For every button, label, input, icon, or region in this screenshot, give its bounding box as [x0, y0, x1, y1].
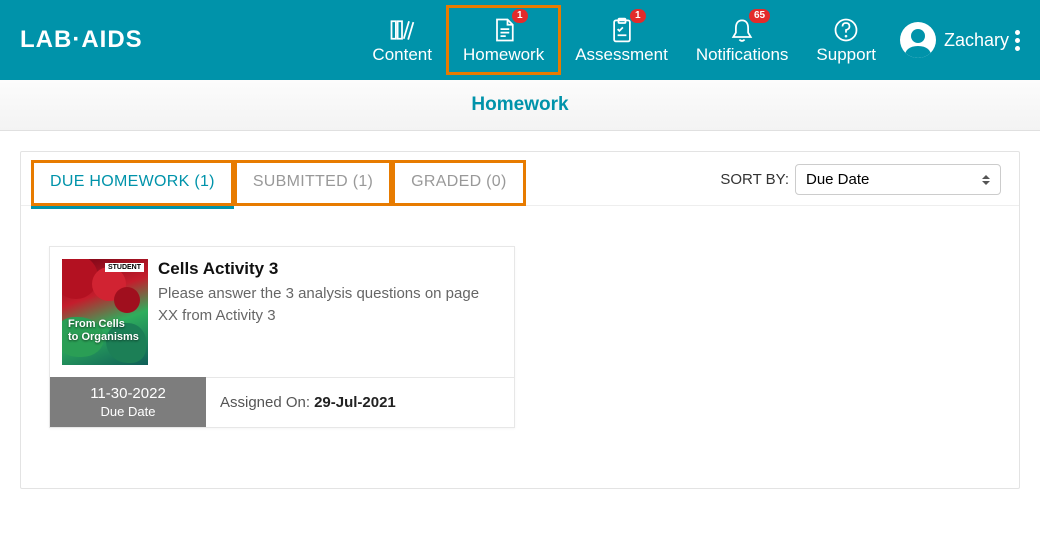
tab-due-label: DUE HOMEWORK (1) [50, 173, 215, 190]
assigned-date-value: 29-Jul-2021 [314, 394, 396, 411]
tab-due-homework[interactable]: DUE HOMEWORK (1) [31, 160, 234, 206]
nav-homework[interactable]: 1 Homework [446, 5, 561, 75]
avatar-icon [900, 22, 936, 58]
homework-panel: DUE HOMEWORK (1) SUBMITTED (1) GRADED (0… [20, 151, 1020, 489]
page-subheader: Homework [0, 80, 1040, 131]
thumb-title-line1: From Cells [68, 318, 139, 332]
tab-graded-label: GRADED (0) [411, 173, 506, 190]
sort-select[interactable]: Due Date [795, 164, 1001, 195]
clipboard-icon: 1 [608, 15, 636, 45]
kebab-icon [1015, 30, 1020, 51]
assigned-block: Assigned On: 29-Jul-2021 [206, 377, 514, 427]
thumb-student-tag: STUDENT [105, 263, 144, 272]
nav-notifications[interactable]: 65 Notifications [682, 5, 803, 75]
nav-notifications-badge: 65 [749, 9, 770, 23]
top-navigation-bar: LAB·AIDS Content 1 Homework 1 Assessment [0, 0, 1040, 80]
sort-control: SORT BY: Due Date [720, 164, 1009, 201]
homework-card-bottom: 11-30-2022 Due Date Assigned On: 29-Jul-… [50, 377, 514, 427]
bell-icon: 65 [728, 15, 756, 45]
sort-selected-value: Due Date [806, 171, 869, 188]
nav-assessment-label: Assessment [575, 45, 668, 65]
thumb-title-line2: to Organisms [68, 331, 139, 345]
tab-submitted-label: SUBMITTED (1) [253, 173, 373, 190]
brand-text: LAB·AIDS [20, 26, 143, 53]
tab-submitted[interactable]: SUBMITTED (1) [234, 160, 392, 206]
homework-description: Please answer the 3 analysis questions o… [158, 283, 502, 327]
document-icon: 1 [490, 15, 518, 45]
tab-graded[interactable]: GRADED (0) [392, 160, 525, 206]
nav-assessment[interactable]: 1 Assessment [561, 5, 682, 75]
books-icon [388, 15, 416, 45]
homework-thumbnail: STUDENT From Cells to Organisms [62, 259, 148, 365]
nav-homework-label: Homework [463, 45, 544, 65]
user-menu[interactable]: Zachary [900, 22, 1020, 58]
homework-info: Cells Activity 3 Please answer the 3 ana… [158, 259, 502, 365]
tabs-row: DUE HOMEWORK (1) SUBMITTED (1) GRADED (0… [21, 152, 1019, 206]
homework-title: Cells Activity 3 [158, 259, 502, 279]
due-date-label: Due Date [60, 404, 196, 419]
nav-support[interactable]: Support [802, 5, 890, 75]
help-icon [832, 15, 860, 45]
nav-assessment-badge: 1 [630, 9, 646, 23]
sort-label: SORT BY: [720, 171, 789, 188]
homework-card[interactable]: STUDENT From Cells to Organisms Cells Ac… [49, 246, 515, 428]
username-label: Zachary [944, 30, 1009, 51]
homework-card-top: STUDENT From Cells to Organisms Cells Ac… [50, 247, 514, 377]
nav-homework-badge: 1 [512, 9, 528, 23]
nav-notifications-label: Notifications [696, 45, 789, 65]
thumb-title: From Cells to Organisms [68, 318, 139, 346]
nav-content[interactable]: Content [358, 5, 446, 75]
subheader-title: Homework [471, 94, 568, 115]
nav-support-label: Support [816, 45, 876, 65]
homework-list: STUDENT From Cells to Organisms Cells Ac… [21, 206, 1019, 488]
brand-logo: LAB·AIDS [20, 26, 143, 54]
page-body: DUE HOMEWORK (1) SUBMITTED (1) GRADED (0… [0, 131, 1040, 509]
due-date-block: 11-30-2022 Due Date [50, 377, 206, 427]
nav-content-label: Content [372, 45, 432, 65]
assigned-label: Assigned On: [220, 394, 310, 411]
due-date-value: 11-30-2022 [60, 385, 196, 402]
main-nav: Content 1 Homework 1 Assessment 65 Notif… [358, 5, 1020, 75]
sort-caret-icon [982, 175, 990, 185]
